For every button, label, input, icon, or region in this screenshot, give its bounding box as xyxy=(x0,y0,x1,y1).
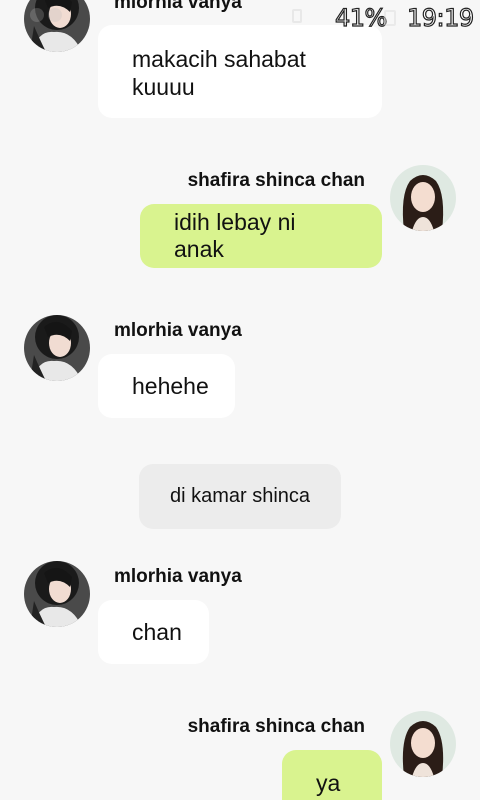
system-message: di kamar shinca xyxy=(139,464,341,529)
sender-name: mlorhia vanya xyxy=(114,566,242,587)
notification-icon xyxy=(48,8,62,22)
message-bubble-incoming[interactable]: chan xyxy=(98,600,209,664)
clock: 19:19 xyxy=(406,3,474,32)
sender-name: mlorhia vanya xyxy=(114,320,242,341)
avatar-shafira[interactable] xyxy=(390,711,456,777)
status-bar: 41% 19:19 xyxy=(0,0,480,36)
message-text: ya ? xyxy=(316,770,341,800)
message-bubble-outgoing[interactable]: idih lebay ni anak xyxy=(140,204,382,268)
signal-icon xyxy=(292,9,302,23)
message-text-line: makacih sahabat xyxy=(132,46,306,72)
sender-name: shafira shinca chan xyxy=(187,716,365,737)
message-text: idih lebay ni anak xyxy=(174,209,296,262)
message-bubble-incoming[interactable]: makacih sahabat kuuuu xyxy=(98,25,382,118)
avatar-mlorhia[interactable] xyxy=(24,561,90,627)
message-bubble-incoming[interactable]: hehehe xyxy=(98,354,235,418)
sender-name: shafira shinca chan xyxy=(187,170,365,191)
notification-icons xyxy=(30,8,62,22)
message-text: hehehe xyxy=(132,372,209,399)
message-bubble-outgoing[interactable]: ya ? xyxy=(282,750,382,800)
battery-icon xyxy=(384,10,396,26)
avatar-mlorhia[interactable] xyxy=(24,315,90,381)
battery-percent: 41% xyxy=(334,3,388,32)
notification-icon xyxy=(30,8,44,22)
message-text-line: kuuuu xyxy=(132,74,195,100)
avatar-shafira[interactable] xyxy=(390,165,456,231)
system-message-text: di kamar shinca xyxy=(169,485,311,507)
message-text: chan xyxy=(132,618,182,645)
